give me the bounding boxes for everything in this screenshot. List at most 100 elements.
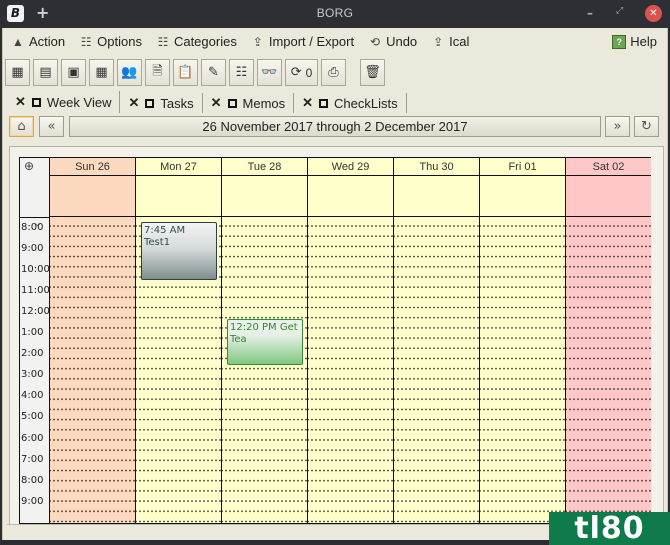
day-column[interactable]: Wed 29 — [307, 158, 393, 523]
undock-tab-icon[interactable] — [145, 98, 155, 108]
day-column[interactable]: Mon 27 — [135, 158, 221, 523]
hour-label: 9:00 — [21, 242, 44, 254]
people-icon: 👥 — [121, 65, 138, 80]
all-day-cell[interactable] — [136, 176, 221, 217]
close-tab-icon[interactable]: ✕ — [302, 95, 313, 111]
all-day-cell[interactable] — [480, 176, 565, 217]
menu-ical[interactable]: ⇪ Ical — [423, 31, 475, 53]
all-day-cell[interactable] — [50, 176, 135, 217]
menu-label: Help — [630, 34, 657, 49]
tab-checklists[interactable]: ✕ CheckLists — [294, 93, 407, 113]
day-column[interactable]: Fri 01 — [479, 158, 565, 523]
week-grid: ⊕ ⌄ 8:00 9:00 10:00 11:00 12:00 1:00 2:00 3:00 4… — [19, 157, 651, 524]
tab-tasks[interactable]: ✕ Tasks — [120, 93, 203, 113]
calendar-event[interactable]: 12:20 PM Get Tea — [227, 318, 303, 365]
memo-button[interactable]: 🗎 — [145, 59, 170, 86]
tab-label: Memos — [242, 95, 286, 111]
day-header[interactable]: Fri 01 — [480, 158, 565, 176]
close-tab-icon[interactable]: ✕ — [15, 94, 26, 110]
printer-icon: ⎙ — [328, 65, 339, 80]
maximize-button[interactable]: ⤢ — [616, 6, 623, 16]
day-header[interactable]: Wed 29 — [308, 158, 393, 176]
calendar-event[interactable]: 7:45 AM Test1 — [141, 222, 217, 281]
menu-options[interactable]: ☷ Options — [71, 31, 148, 53]
time-column: ⊕ ⌄ 8:00 9:00 10:00 11:00 12:00 1:00 2:00 3:00 4… — [20, 158, 50, 523]
month-view-button[interactable]: ▦ — [5, 59, 30, 86]
trash-icon: 🗑 — [364, 65, 381, 80]
hour-slots[interactable] — [222, 217, 307, 523]
sync-icon: ⟳ — [290, 65, 302, 80]
menu-label: Action — [29, 34, 66, 49]
date-range-label: 26 November 2017 through 2 December 2017 — [69, 116, 601, 137]
menu-label: Ical — [449, 34, 470, 49]
menu-import-export[interactable]: ⇪ Import / Export — [243, 31, 360, 53]
trash-button[interactable]: 🗑 — [360, 59, 385, 86]
checklist-button[interactable]: ☷ — [229, 59, 254, 86]
address-book-button[interactable]: 👥 — [117, 59, 142, 86]
close-button[interactable]: ✕ — [645, 5, 662, 22]
day-header[interactable]: Sun 26 — [50, 158, 135, 176]
minimize-button[interactable]: – — [587, 6, 593, 20]
menu-undo[interactable]: ⟲ Undo — [360, 31, 423, 53]
binoculars-icon: 👓 — [261, 65, 278, 80]
menu-categories[interactable]: ☷ Categories — [148, 31, 243, 53]
refresh-icon: ↻ — [641, 119, 652, 134]
hour-slots[interactable] — [50, 217, 135, 523]
next-week-button[interactable]: » — [605, 116, 630, 137]
hour-slots[interactable] — [480, 217, 565, 523]
hour-label: 8:00 — [21, 474, 44, 486]
action-icon: ▲ — [12, 34, 24, 49]
chevron-right-icon: » — [613, 119, 622, 134]
day-header[interactable]: Sat 02 — [566, 158, 651, 176]
tab-memos[interactable]: ✕ Memos — [203, 93, 295, 113]
menu-label: Undo — [386, 34, 418, 49]
watermark-logo: tl80 — [549, 512, 670, 545]
menu-action[interactable]: ▲ Action — [3, 31, 71, 53]
month-calendar-icon: ▦ — [11, 65, 24, 80]
close-tab-icon[interactable]: ✕ — [128, 95, 139, 111]
menu-help[interactable]: ? Help — [604, 31, 663, 53]
print-button[interactable]: ⎙ — [321, 59, 346, 86]
week-navigation: ⌂ « 26 November 2017 through 2 December … — [9, 116, 663, 137]
all-day-cell[interactable] — [308, 176, 393, 217]
sync-count: 0 — [305, 65, 313, 80]
hour-label: 4:00 — [21, 390, 44, 402]
day-calendar-icon: ▣ — [67, 65, 80, 80]
all-day-cell[interactable] — [394, 176, 479, 217]
hour-label: 6:00 — [21, 432, 44, 444]
all-day-cell[interactable] — [222, 176, 307, 217]
undock-tab-icon[interactable] — [319, 98, 329, 108]
sync-button[interactable]: ⟳ 0 — [285, 59, 318, 86]
previous-week-button[interactable]: « — [39, 116, 64, 137]
day-header[interactable]: Tue 28 — [222, 158, 307, 176]
day-column[interactable]: Sat 02 — [565, 158, 651, 523]
refresh-button[interactable]: ↻ — [634, 116, 659, 137]
ical-icon: ⇪ — [433, 34, 444, 49]
day-header[interactable]: Thu 30 — [394, 158, 479, 176]
zoom-icon[interactable]: ⊕ — [24, 159, 34, 173]
hour-slots[interactable] — [308, 217, 393, 523]
hour-label: 8:00 — [21, 221, 44, 233]
clipboard-icon: 📋 — [177, 65, 194, 80]
week-view-button[interactable]: ▤ — [33, 59, 58, 86]
day-column[interactable]: Thu 30 — [393, 158, 479, 523]
day-view-button[interactable]: ▣ — [61, 59, 86, 86]
undock-tab-icon[interactable] — [227, 98, 237, 108]
toolbar: ▦ ▤ ▣ ▦ 👥 🗎 📋 ✎ ☷ 👓 ⟳ 0 ⎙ 🗑 — [5, 59, 385, 87]
search-button[interactable]: 👓 — [257, 59, 282, 86]
today-button[interactable]: ⌂ — [9, 116, 34, 137]
close-tab-icon[interactable]: ✕ — [211, 95, 222, 111]
undo-icon: ⟲ — [370, 34, 381, 49]
edit-note-button[interactable]: ✎ — [201, 59, 226, 86]
day-column[interactable]: Sun 26 — [49, 158, 135, 523]
hour-slots[interactable] — [566, 217, 651, 523]
hour-label: 9:00 — [21, 495, 44, 507]
year-view-button[interactable]: ▦ — [89, 59, 114, 86]
title-bar: B + BORG – ⤢ ✕ — [0, 0, 670, 28]
day-header[interactable]: Mon 27 — [136, 158, 221, 176]
hour-slots[interactable] — [394, 217, 479, 523]
tab-week-view[interactable]: ✕ Week View — [7, 91, 121, 113]
tasks-button[interactable]: 📋 — [173, 59, 198, 86]
all-day-cell[interactable] — [566, 176, 651, 217]
undock-tab-icon[interactable] — [31, 97, 41, 107]
